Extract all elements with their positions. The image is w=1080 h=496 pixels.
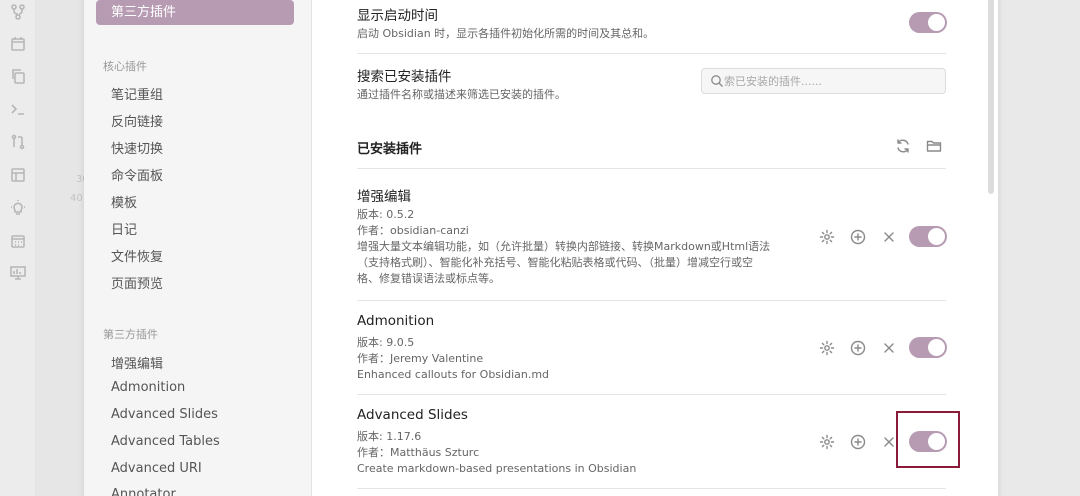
plugin-description: 增强大量文本编辑功能，如（允许批量）转换内部链接、转换Markdown或Html… — [357, 240, 771, 253]
sidebar-item-plugin[interactable]: 增强编辑 — [111, 353, 163, 372]
plugin-description: （支持格式刷）、智能化补充括号、智能化粘贴表格或代码、（批量）增减空行或空 — [357, 256, 753, 269]
copy-icon[interactable] — [9, 67, 27, 85]
plugin-version: 版本: 0.5.2 — [357, 208, 415, 221]
search-plugins-label: 搜索已安装插件 — [357, 69, 452, 85]
layout-icon[interactable] — [9, 166, 27, 184]
plugin-author: 作者：obsidian-canzi — [357, 224, 469, 237]
plugin-version: 版本: 1.17.6 — [357, 430, 422, 443]
sidebar-item-community-plugins[interactable]: 第三方插件 — [96, 0, 294, 25]
plugin-description: 格、修复错误语法或标点等。 — [357, 272, 500, 285]
terminal-icon[interactable] — [9, 100, 27, 118]
gear-icon[interactable] — [818, 339, 836, 357]
startup-time-label: 显示启动时间 — [357, 8, 438, 24]
sidebar-item-plugin[interactable]: Advanced Slides — [111, 407, 218, 422]
divider — [357, 53, 946, 54]
divider — [357, 394, 946, 395]
divider — [357, 168, 946, 169]
close-icon[interactable] — [880, 228, 898, 246]
search-plugins-box[interactable] — [701, 68, 946, 94]
sidebar-header-community-plugins: 第三方插件 — [103, 328, 158, 341]
startup-time-desc: 启动 Obsidian 时，显示各插件初始化所需的时间及其总和。 — [357, 27, 655, 40]
calendar-icon[interactable] — [9, 35, 27, 53]
git-compare-icon[interactable] — [9, 133, 27, 151]
sidebar-item-plugin[interactable]: Advanced Tables — [111, 434, 220, 449]
lightbulb-icon[interactable] — [9, 199, 27, 217]
search-plugins-desc: 通过插件名称或描述来筛选已安装的插件。 — [357, 88, 566, 101]
plus-circle-icon[interactable] — [849, 339, 867, 357]
toggle-knob — [928, 339, 945, 356]
plus-circle-icon[interactable] — [849, 228, 867, 246]
plugin-name: 增强编辑 — [357, 189, 411, 205]
settings-sidebar: 第三方插件 核心插件 笔记重组 反向链接 快速切换 命令面板 模板 日记 文件恢… — [84, 0, 312, 496]
settings-modal: 第三方插件 核心插件 笔记重组 反向链接 快速切换 命令面板 模板 日记 文件恢… — [84, 0, 998, 496]
plugin-name: Advanced Slides — [357, 407, 468, 423]
sidebar-header-core-plugins: 核心插件 — [103, 60, 147, 73]
gear-icon[interactable] — [818, 433, 836, 451]
calendar-days-icon[interactable] — [9, 232, 27, 250]
plugin-enable-toggle[interactable] — [909, 337, 947, 358]
close-icon[interactable] — [880, 339, 898, 357]
folder-icon[interactable] — [925, 137, 943, 155]
plugin-author: 作者：Jeremy Valentine — [357, 352, 484, 365]
plugin-description: Enhanced callouts for Obsidian.md — [357, 368, 550, 381]
sidebar-item-core[interactable]: 反向链接 — [111, 111, 163, 130]
sidebar-item-core[interactable]: 命令面板 — [111, 165, 163, 184]
gear-icon[interactable] — [818, 228, 836, 246]
search-icon — [711, 75, 723, 87]
scrollbar[interactable] — [988, 0, 994, 194]
plugin-name: Admonition — [357, 313, 435, 329]
divider — [357, 300, 946, 301]
divider — [357, 488, 946, 489]
sidebar-item-core[interactable]: 页面预览 — [111, 273, 163, 292]
sidebar-item-core[interactable]: 文件恢复 — [111, 246, 163, 265]
plugin-description: Create markdown-based presentations in O… — [357, 462, 637, 475]
plugin-author: 作者：Matthäus Szturc — [357, 446, 480, 459]
background-pane — [36, 0, 84, 496]
presentation-icon[interactable] — [9, 264, 27, 282]
graph-icon[interactable] — [9, 3, 27, 21]
reload-icon[interactable] — [894, 137, 912, 155]
sidebar-item-core[interactable]: 快速切换 — [111, 138, 163, 157]
sidebar-item-core[interactable]: 模板 — [111, 192, 137, 211]
plugin-version: 版本: 9.0.5 — [357, 336, 415, 349]
toggle-knob — [928, 14, 945, 31]
background-text: 40 — [70, 193, 83, 204]
sidebar-item-plugin[interactable]: Admonition — [111, 380, 185, 395]
sidebar-item-core[interactable]: 笔记重组 — [111, 84, 163, 103]
toggle-knob — [928, 228, 945, 245]
sidebar-item-plugin[interactable]: Advanced URI — [111, 461, 202, 476]
plus-circle-icon[interactable] — [849, 433, 867, 451]
installed-plugins-heading: 已安装插件 — [357, 142, 423, 157]
sidebar-item-core[interactable]: 日记 — [111, 219, 137, 238]
search-plugins-input[interactable] — [724, 72, 939, 91]
left-ribbon — [0, 0, 36, 496]
highlight-box — [896, 411, 960, 468]
startup-time-toggle[interactable] — [909, 12, 947, 33]
plugin-enable-toggle[interactable] — [909, 226, 947, 247]
sidebar-item-plugin[interactable]: Annotator — [111, 487, 176, 496]
